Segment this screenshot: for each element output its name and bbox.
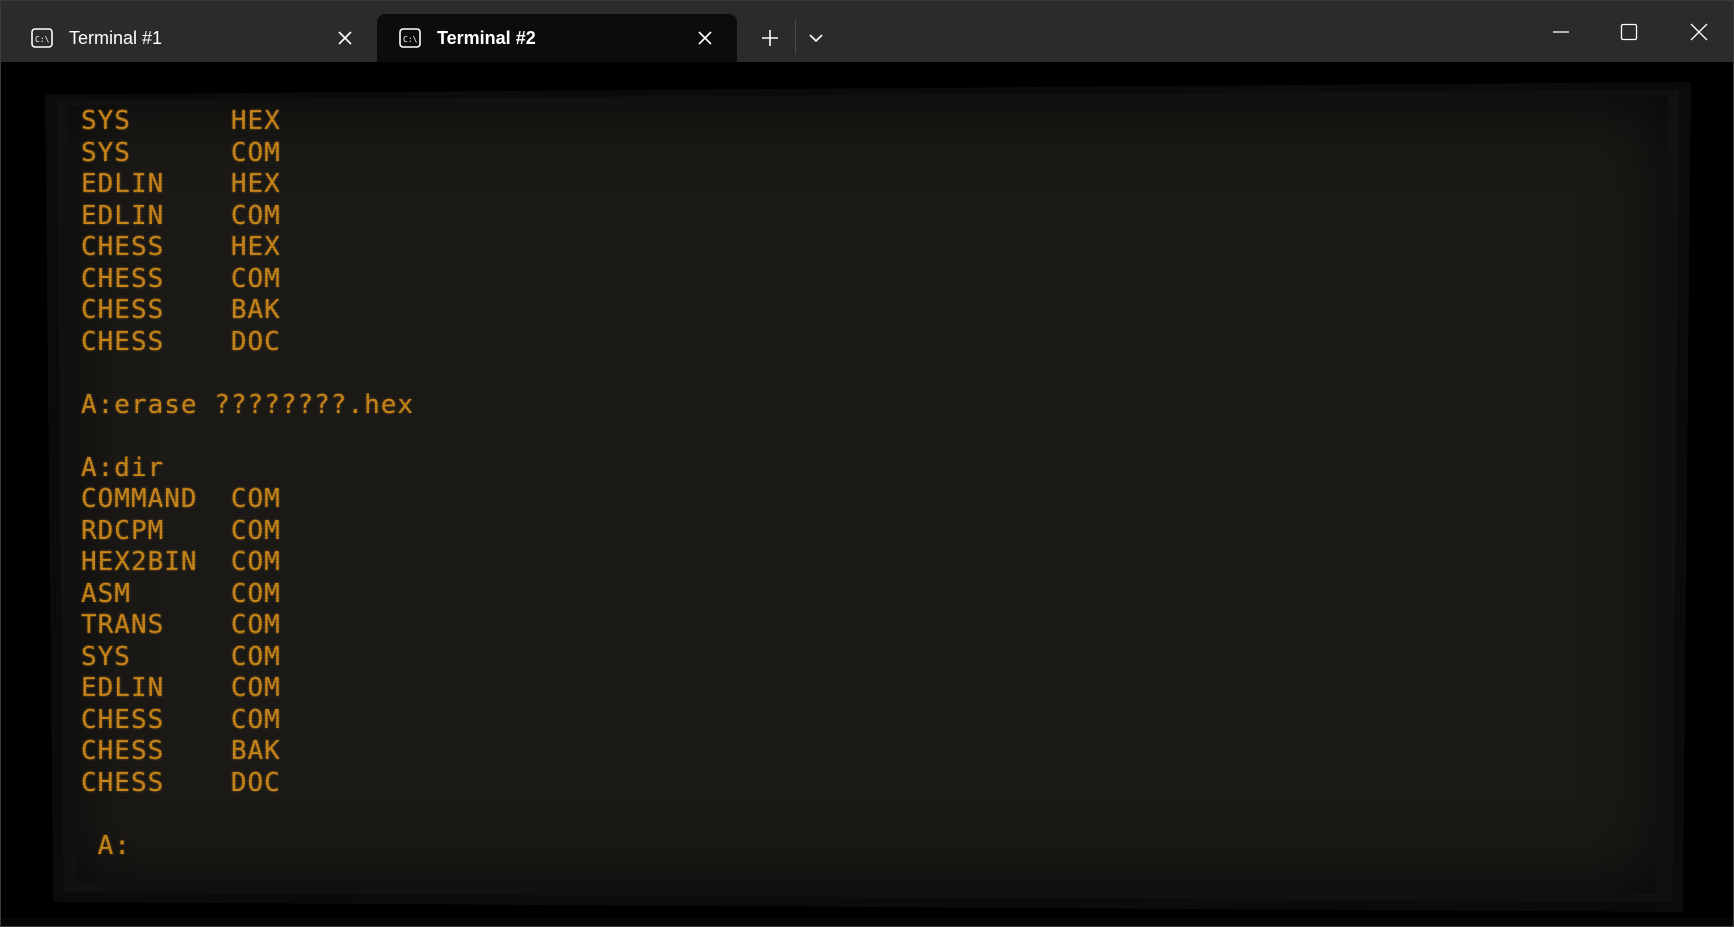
plus-icon <box>762 30 778 46</box>
terminal-line: CHESS COM <box>81 263 281 294</box>
terminal-window: C:\ Terminal #1 C:\ Terminal #2 SYS HEX … <box>0 0 1734 927</box>
window-close-icon <box>1690 23 1708 41</box>
terminal-line: SYS COM <box>81 641 281 672</box>
tab-terminal-1[interactable]: C:\ Terminal #1 <box>9 14 377 62</box>
terminal-icon: C:\ <box>31 28 53 48</box>
maximize-icon <box>1620 23 1638 41</box>
bottom-edge <box>1 918 1733 926</box>
terminal-line: CHESS COM <box>81 704 281 735</box>
close-icon[interactable] <box>695 28 715 48</box>
terminal-line: EDLIN COM <box>81 200 281 231</box>
terminal-line: TRANS COM <box>81 610 281 640</box>
terminal-output[interactable]: SYS HEX SYS COM EDLIN HEX EDLIN COM CHESS HE… <box>81 106 414 862</box>
new-tab-button[interactable] <box>753 23 787 53</box>
tab-separator <box>795 20 796 54</box>
tab-terminal-2[interactable]: C:\ Terminal #2 <box>377 14 737 62</box>
terminal-line: A: <box>81 830 131 861</box>
terminal-line: A:erase ????????.hex <box>81 389 415 420</box>
terminal-line: ASM COM <box>81 578 281 609</box>
terminal-line: SYS HEX <box>81 106 281 136</box>
terminal-icon: C:\ <box>399 28 421 48</box>
tab-label: Terminal #1 <box>69 28 163 48</box>
minimize-icon <box>1553 31 1569 33</box>
minimize-button[interactable] <box>1527 1 1595 62</box>
close-icon[interactable] <box>335 28 355 48</box>
terminal-line: SYS COM <box>81 137 281 168</box>
terminal-line: HEX2BIN COM <box>81 547 281 577</box>
svg-text:C:\: C:\ <box>403 35 418 44</box>
terminal-line: CHESS DOC <box>81 767 281 798</box>
terminal-line: EDLIN HEX <box>81 169 281 199</box>
terminal-line: RDCPM COM <box>81 515 281 546</box>
title-bar[interactable]: C:\ Terminal #1 C:\ Terminal #2 <box>1 1 1733 62</box>
window-close-button[interactable] <box>1665 1 1733 62</box>
maximize-button[interactable] <box>1595 1 1663 62</box>
chevron-down-icon <box>809 34 823 43</box>
terminal-line: CHESS HEX <box>81 232 281 262</box>
terminal-line: A:dir <box>81 452 165 483</box>
terminal-content[interactable]: SYS HEX SYS COM EDLIN HEX EDLIN COM CHESS HE… <box>1 62 1733 926</box>
terminal-line: COMMAND COM <box>81 484 281 514</box>
tab-dropdown-button[interactable] <box>799 23 833 53</box>
terminal-line: CHESS BAK <box>81 295 281 325</box>
tab-label: Terminal #2 <box>437 28 536 48</box>
terminal-line: CHESS BAK <box>81 736 281 766</box>
svg-text:C:\: C:\ <box>35 35 50 44</box>
terminal-line: CHESS DOC <box>81 326 281 357</box>
terminal-line: EDLIN COM <box>81 673 281 703</box>
